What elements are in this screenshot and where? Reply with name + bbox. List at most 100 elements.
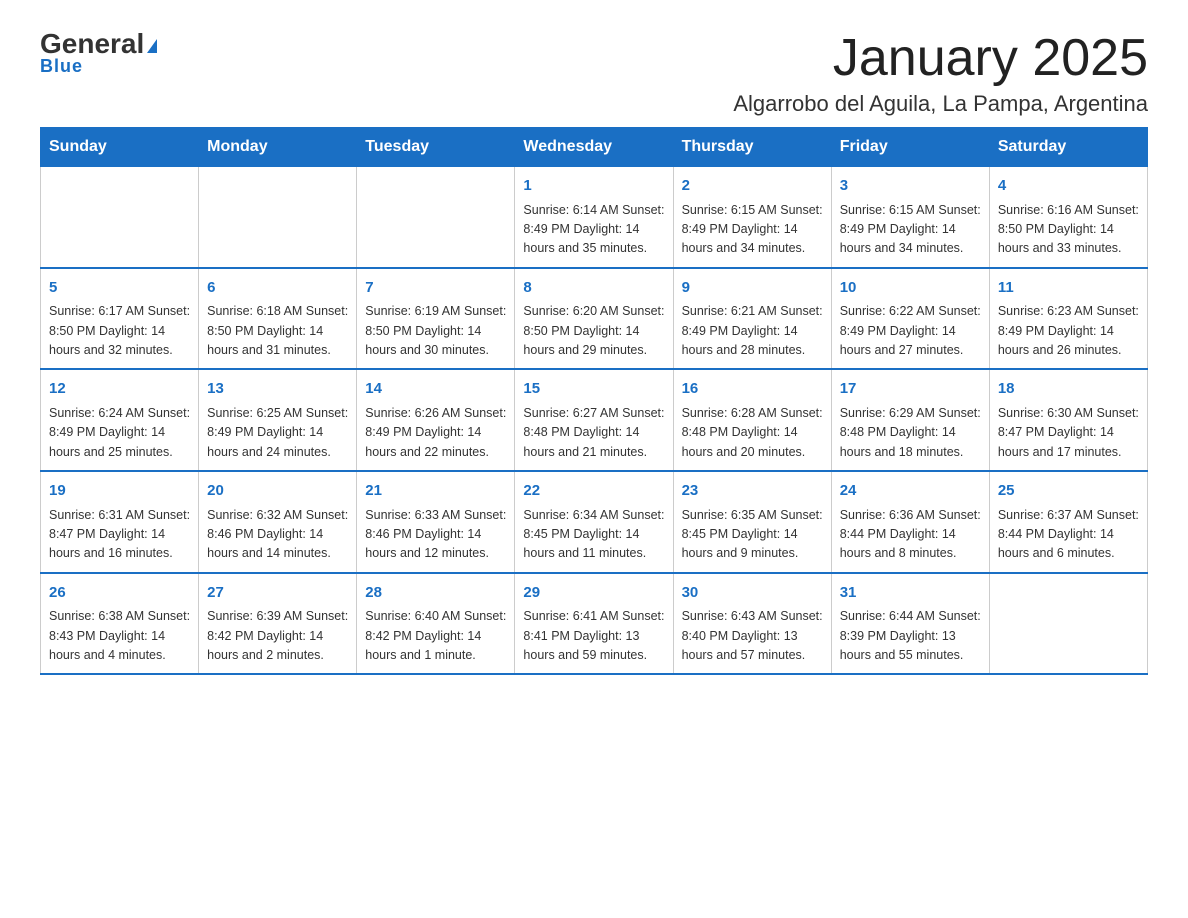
day-info: Sunrise: 6:24 AM Sunset: 8:49 PM Dayligh… <box>49 404 190 462</box>
column-header-saturday: Saturday <box>989 128 1147 167</box>
calendar-cell: 4 Sunrise: 6:16 AM Sunset: 8:50 PM Daylig… <box>989 167 1147 268</box>
column-header-tuesday: Tuesday <box>357 128 515 167</box>
calendar-cell: 11Sunrise: 6:23 AM Sunset: 8:49 PM Dayli… <box>989 268 1147 370</box>
day-info: Sunrise: 6:15 AM Sunset: 8:49 PM Dayligh… <box>682 201 823 259</box>
day-info: Sunrise: 6:31 AM Sunset: 8:47 PM Dayligh… <box>49 506 190 564</box>
calendar-title: January 2025 <box>733 30 1148 87</box>
day-info: Sunrise: 6:28 AM Sunset: 8:48 PM Dayligh… <box>682 404 823 462</box>
day-number: 23 <box>682 480 823 503</box>
calendar-cell: 1 Sunrise: 6:14 AM Sunset: 8:49 PM Daylig… <box>515 167 673 268</box>
day-info: Sunrise: 6:14 AM Sunset: 8:49 PM Dayligh… <box>523 201 664 259</box>
calendar-cell: 24Sunrise: 6:36 AM Sunset: 8:44 PM Dayli… <box>831 471 989 573</box>
day-number: 30 <box>682 582 823 605</box>
day-number: 13 <box>207 378 348 401</box>
day-info: Sunrise: 6:43 AM Sunset: 8:40 PM Dayligh… <box>682 607 823 665</box>
calendar-cell: 12 Sunrise: 6:24 AM Sunset: 8:49 PM Dayli… <box>41 369 199 471</box>
day-info: Sunrise: 6:44 AM Sunset: 8:39 PM Dayligh… <box>840 607 981 665</box>
day-number: 12 <box>49 378 190 401</box>
day-number: 10 <box>840 277 981 300</box>
day-number: 1 <box>523 175 664 198</box>
calendar-cell: 6Sunrise: 6:18 AM Sunset: 8:50 PM Daylig… <box>199 268 357 370</box>
day-number: 17 <box>840 378 981 401</box>
day-info: Sunrise: 6:30 AM Sunset: 8:47 PM Dayligh… <box>998 404 1139 462</box>
day-info: Sunrise: 6:32 AM Sunset: 8:46 PM Dayligh… <box>207 506 348 564</box>
column-header-monday: Monday <box>199 128 357 167</box>
day-number: 3 <box>840 175 981 198</box>
logo: General Blue <box>40 30 157 77</box>
day-number: 31 <box>840 582 981 605</box>
day-number: 25 <box>998 480 1139 503</box>
calendar-cell: 8Sunrise: 6:20 AM Sunset: 8:50 PM Daylig… <box>515 268 673 370</box>
logo-text: General <box>40 30 157 58</box>
day-number: 6 <box>207 277 348 300</box>
day-number: 9 <box>682 277 823 300</box>
title-area: January 2025 Algarrobo del Aguila, La Pa… <box>733 30 1148 117</box>
day-number: 26 <box>49 582 190 605</box>
day-info: Sunrise: 6:34 AM Sunset: 8:45 PM Dayligh… <box>523 506 664 564</box>
calendar-cell: 18Sunrise: 6:30 AM Sunset: 8:47 PM Dayli… <box>989 369 1147 471</box>
calendar-cell: 15 Sunrise: 6:27 AM Sunset: 8:48 PM Dayli… <box>515 369 673 471</box>
calendar-subtitle: Algarrobo del Aguila, La Pampa, Argentin… <box>733 91 1148 117</box>
day-info: Sunrise: 6:16 AM Sunset: 8:50 PM Dayligh… <box>998 201 1139 259</box>
day-info: Sunrise: 6:33 AM Sunset: 8:46 PM Dayligh… <box>365 506 506 564</box>
column-header-thursday: Thursday <box>673 128 831 167</box>
day-info: Sunrise: 6:15 AM Sunset: 8:49 PM Dayligh… <box>840 201 981 259</box>
calendar-cell: 3 Sunrise: 6:15 AM Sunset: 8:49 PM Daylig… <box>831 167 989 268</box>
column-header-sunday: Sunday <box>41 128 199 167</box>
calendar-header-row: SundayMondayTuesdayWednesdayThursdayFrid… <box>41 128 1148 167</box>
calendar-week-row: 12 Sunrise: 6:24 AM Sunset: 8:49 PM Dayli… <box>41 369 1148 471</box>
day-info: Sunrise: 6:40 AM Sunset: 8:42 PM Dayligh… <box>365 607 506 665</box>
day-info: Sunrise: 6:22 AM Sunset: 8:49 PM Dayligh… <box>840 302 981 360</box>
calendar-cell: 31Sunrise: 6:44 AM Sunset: 8:39 PM Dayli… <box>831 573 989 675</box>
day-info: Sunrise: 6:29 AM Sunset: 8:48 PM Dayligh… <box>840 404 981 462</box>
calendar-week-row: 5Sunrise: 6:17 AM Sunset: 8:50 PM Daylig… <box>41 268 1148 370</box>
calendar-table: SundayMondayTuesdayWednesdayThursdayFrid… <box>40 127 1148 675</box>
calendar-cell: 9Sunrise: 6:21 AM Sunset: 8:49 PM Daylig… <box>673 268 831 370</box>
day-number: 20 <box>207 480 348 503</box>
column-header-friday: Friday <box>831 128 989 167</box>
day-info: Sunrise: 6:23 AM Sunset: 8:49 PM Dayligh… <box>998 302 1139 360</box>
day-number: 4 <box>998 175 1139 198</box>
day-number: 27 <box>207 582 348 605</box>
day-number: 5 <box>49 277 190 300</box>
column-header-wednesday: Wednesday <box>515 128 673 167</box>
day-number: 19 <box>49 480 190 503</box>
calendar-cell: 17 Sunrise: 6:29 AM Sunset: 8:48 PM Dayli… <box>831 369 989 471</box>
day-info: Sunrise: 6:27 AM Sunset: 8:48 PM Dayligh… <box>523 404 664 462</box>
day-number: 16 <box>682 378 823 401</box>
day-number: 7 <box>365 277 506 300</box>
day-info: Sunrise: 6:37 AM Sunset: 8:44 PM Dayligh… <box>998 506 1139 564</box>
day-number: 14 <box>365 378 506 401</box>
calendar-week-row: 26Sunrise: 6:38 AM Sunset: 8:43 PM Dayli… <box>41 573 1148 675</box>
day-number: 15 <box>523 378 664 401</box>
calendar-cell: 13 Sunrise: 6:25 AM Sunset: 8:49 PM Dayli… <box>199 369 357 471</box>
calendar-cell: 27Sunrise: 6:39 AM Sunset: 8:42 PM Dayli… <box>199 573 357 675</box>
calendar-cell <box>199 167 357 268</box>
day-info: Sunrise: 6:26 AM Sunset: 8:49 PM Dayligh… <box>365 404 506 462</box>
calendar-week-row: 1 Sunrise: 6:14 AM Sunset: 8:49 PM Daylig… <box>41 167 1148 268</box>
calendar-week-row: 19 Sunrise: 6:31 AM Sunset: 8:47 PM Dayli… <box>41 471 1148 573</box>
calendar-cell: 28Sunrise: 6:40 AM Sunset: 8:42 PM Dayli… <box>357 573 515 675</box>
day-number: 11 <box>998 277 1139 300</box>
day-info: Sunrise: 6:41 AM Sunset: 8:41 PM Dayligh… <box>523 607 664 665</box>
header: General Blue January 2025 Algarrobo del … <box>40 30 1148 117</box>
calendar-cell <box>41 167 199 268</box>
calendar-cell: 22Sunrise: 6:34 AM Sunset: 8:45 PM Dayli… <box>515 471 673 573</box>
day-number: 2 <box>682 175 823 198</box>
day-info: Sunrise: 6:25 AM Sunset: 8:49 PM Dayligh… <box>207 404 348 462</box>
calendar-cell <box>989 573 1147 675</box>
day-info: Sunrise: 6:39 AM Sunset: 8:42 PM Dayligh… <box>207 607 348 665</box>
calendar-cell: 5Sunrise: 6:17 AM Sunset: 8:50 PM Daylig… <box>41 268 199 370</box>
day-info: Sunrise: 6:38 AM Sunset: 8:43 PM Dayligh… <box>49 607 190 665</box>
day-info: Sunrise: 6:36 AM Sunset: 8:44 PM Dayligh… <box>840 506 981 564</box>
day-info: Sunrise: 6:21 AM Sunset: 8:49 PM Dayligh… <box>682 302 823 360</box>
calendar-cell <box>357 167 515 268</box>
day-number: 28 <box>365 582 506 605</box>
calendar-cell: 20 Sunrise: 6:32 AM Sunset: 8:46 PM Dayli… <box>199 471 357 573</box>
calendar-cell: 21 Sunrise: 6:33 AM Sunset: 8:46 PM Dayli… <box>357 471 515 573</box>
calendar-cell: 19 Sunrise: 6:31 AM Sunset: 8:47 PM Dayli… <box>41 471 199 573</box>
day-number: 8 <box>523 277 664 300</box>
day-number: 21 <box>365 480 506 503</box>
day-info: Sunrise: 6:35 AM Sunset: 8:45 PM Dayligh… <box>682 506 823 564</box>
calendar-cell: 2 Sunrise: 6:15 AM Sunset: 8:49 PM Daylig… <box>673 167 831 268</box>
